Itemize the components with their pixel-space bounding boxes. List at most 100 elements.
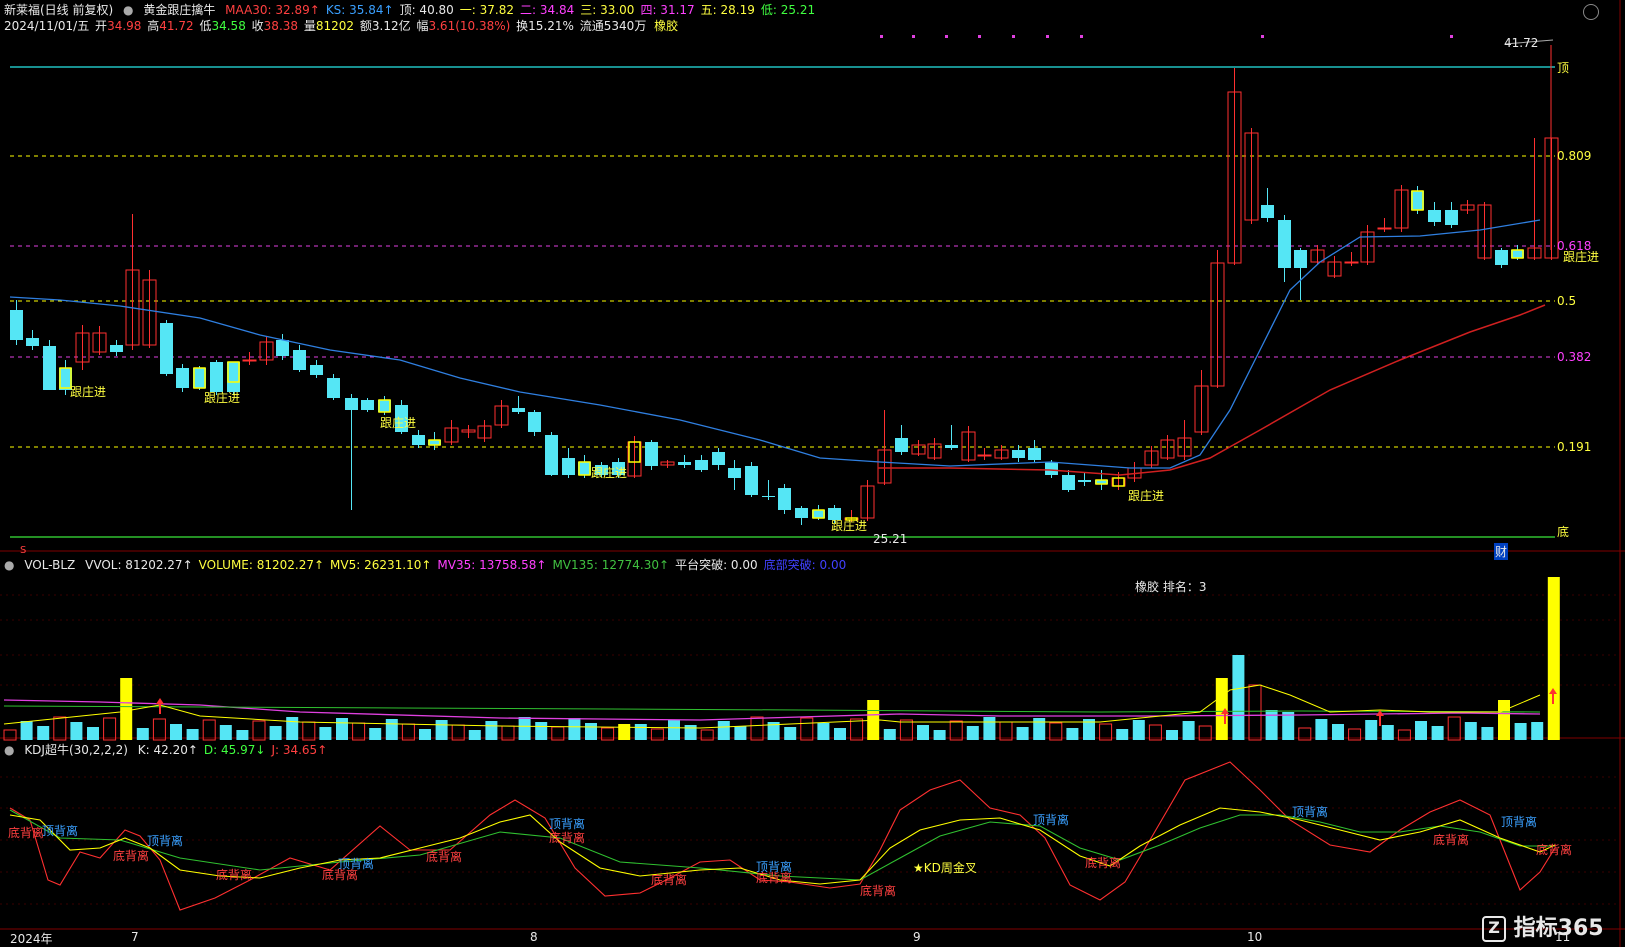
candle-body [1294, 250, 1307, 268]
candle-body [276, 340, 289, 356]
indicator-value: VVOL: 81202.27↑ [85, 558, 193, 572]
indicator-value: VOLUME: 81202.27↑ [198, 558, 325, 572]
volume-bar [1365, 720, 1378, 740]
volume-bar [949, 720, 963, 741]
volume-bar [319, 727, 332, 740]
volume-bar [899, 719, 913, 741]
candle-body [327, 378, 340, 398]
bottom-divergence-label: 底背离 [860, 884, 897, 898]
watermark-text: 指标365 [1513, 916, 1604, 941]
candle-body [1045, 462, 1058, 475]
volume-bar [120, 678, 133, 740]
candle-body [1411, 191, 1424, 210]
volume-bar [1132, 720, 1145, 740]
volume-bar [269, 726, 282, 740]
kdj-title[interactable]: KDJ超牛(30,2,2,2) [24, 743, 128, 757]
candle-body [210, 362, 223, 392]
candlestick-chart[interactable] [0, 0, 1625, 947]
volume-bar [1248, 684, 1262, 741]
candle-body [242, 359, 257, 362]
top-label: 顶 [1557, 61, 1570, 75]
candle-body [10, 310, 23, 340]
volume-bar [585, 723, 597, 740]
signal-dot [1080, 35, 1083, 38]
bottom-divergence-label: 底背离 [1433, 833, 1470, 847]
candle-body [176, 368, 189, 388]
signal-dot [1012, 35, 1015, 38]
indicator-value: MV5: 26231.10↑ [330, 558, 432, 572]
volume-title[interactable]: VOL-BLZ [24, 558, 75, 572]
top-divergence-label: 顶背离 [1292, 805, 1329, 819]
fib-0809: 0.809 [1557, 149, 1592, 163]
candle-body [1062, 475, 1075, 490]
volume-bar [1066, 728, 1079, 740]
follow-signal: 跟庄进 [1563, 250, 1600, 264]
volume-bar [87, 727, 99, 740]
volume-bar [1447, 716, 1461, 741]
mv135-line [3, 705, 1541, 713]
candle-body [378, 400, 391, 412]
follow-signal: 跟庄进 [1128, 489, 1165, 503]
candle-body [412, 435, 425, 445]
volume-bar [37, 726, 50, 740]
fib-05: 0.5 [1557, 294, 1577, 308]
bottom-divergence-label: 底背离 [1536, 843, 1573, 857]
volume-bar [186, 729, 199, 740]
candle-body [1028, 448, 1041, 460]
volume-bar [800, 717, 814, 741]
volume-bar [966, 726, 979, 740]
volume-bar [917, 725, 929, 740]
signal-dot [912, 35, 915, 38]
volume-arrow [156, 698, 164, 704]
volume-bar [20, 721, 33, 740]
volume-bar [1498, 700, 1510, 740]
time-axis-year: 2024年 [10, 932, 53, 946]
volume-bar [53, 716, 67, 741]
candle-body [528, 412, 541, 432]
volume-bar [1431, 726, 1444, 740]
volume-bar [668, 720, 680, 740]
volume-bar [1215, 678, 1228, 740]
volume-bar [1381, 725, 1394, 740]
settings-circle-icon[interactable]: ● [4, 558, 14, 572]
volume-bar [1315, 719, 1328, 740]
follow-signal: 跟庄进 [204, 391, 241, 405]
indicator-value: J: 34.65↑ [271, 743, 328, 757]
candle-body [695, 460, 708, 470]
volume-bar [1531, 722, 1544, 740]
candle-body [795, 508, 808, 518]
volume-bar [1415, 721, 1427, 740]
sector-rank: 橡胶 排名：3 [1135, 580, 1207, 594]
volume-bar [999, 721, 1013, 741]
follow-signal: 跟庄进 [70, 385, 107, 399]
volume-bar [1547, 577, 1560, 740]
low-price-label: 25.21 [873, 532, 908, 546]
bottom-divergence-label: 底背离 [8, 826, 45, 840]
volume-bar [485, 721, 498, 740]
top-price-label: 41.72 [1504, 36, 1539, 50]
volume-bar [568, 718, 581, 740]
volume-bar [933, 730, 946, 740]
volume-bar [1116, 729, 1129, 740]
bottom-divergence-label: 底背离 [1085, 856, 1122, 870]
kd-weekly-cross-text: KD周金叉 [923, 861, 977, 875]
kdj-values: K: 42.20↑ D: 45.97↓ J: 34.65↑ [138, 743, 333, 757]
candle-body [712, 452, 725, 465]
candle-body [1278, 220, 1291, 268]
finance-marker[interactable]: 财 [1494, 543, 1509, 560]
volume-bar [1033, 718, 1046, 740]
settings-circle-icon[interactable]: ● [4, 743, 14, 757]
top-divergence-label: 顶背离 [147, 834, 184, 848]
s-marker: S [20, 545, 27, 556]
candle-body [160, 323, 173, 374]
candle-body [1344, 261, 1359, 264]
time-axis-month: 7 [131, 930, 139, 944]
fib-0191: 0.191 [1557, 440, 1592, 454]
candle-body [728, 468, 741, 478]
candle-body [1261, 205, 1274, 218]
volume-bar [834, 728, 846, 740]
volume-bar [352, 722, 366, 741]
indicator-value: D: 45.97↓ [203, 743, 266, 757]
bottom-divergence-label: 底背离 [322, 868, 359, 882]
signal-dot [880, 35, 883, 38]
